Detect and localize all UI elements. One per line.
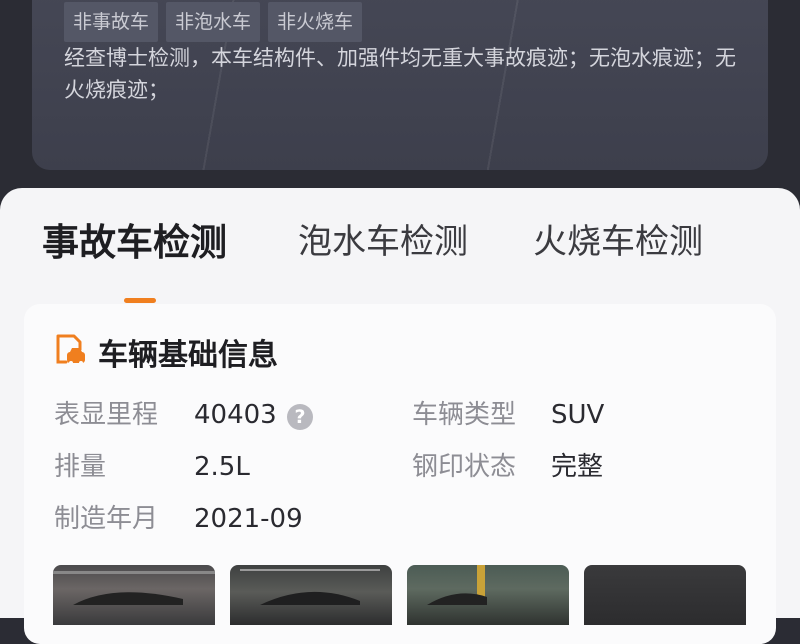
inspection-photo-thumbnail[interactable] xyxy=(584,565,746,625)
displacement-label: 排量 xyxy=(54,452,107,482)
stamp-status-label: 钢印状态 xyxy=(412,452,517,482)
card-title: 车辆基础信息 xyxy=(98,338,278,373)
inspection-summary-card: 非事故车 非泡水车 非火烧车 经查博士检测，本车结构件、加强件均无重大事故痕迹；… xyxy=(32,0,768,170)
tag-no-accident: 非事故车 xyxy=(64,2,159,42)
manufacture-date-label: 制造年月 xyxy=(54,504,159,534)
card-header: 车辆基础信息 xyxy=(52,330,278,374)
detail-sheet: 事故车检测 泡水车检测 火烧车检测 车辆基础信息 表显里程 40403 ? 车辆… xyxy=(0,188,800,644)
tab-flood-check[interactable]: 泡水车检测 xyxy=(298,214,468,263)
mileage-value: 40403 xyxy=(194,400,277,430)
vehicle-type-value: SUV xyxy=(551,400,605,430)
inspection-photo-thumbnail[interactable] xyxy=(407,565,569,625)
active-tab-indicator xyxy=(124,298,156,303)
help-icon[interactable]: ? xyxy=(287,404,313,430)
inspection-photo-thumbnail[interactable] xyxy=(53,565,215,625)
inspection-description: 经查博士检测，本车结构件、加强件均无重大事故痕迹；无泡水痕迹；无火烧痕迹； xyxy=(64,46,736,102)
manufacture-date-value: 2021-09 xyxy=(194,504,303,534)
tab-accident-check[interactable]: 事故车检测 xyxy=(42,212,227,266)
vehicle-document-icon xyxy=(52,332,88,372)
inspection-tabs: 事故车检测 泡水车检测 火烧车检测 xyxy=(42,212,762,303)
inspection-photo-thumbnail[interactable] xyxy=(230,565,392,625)
mileage-label: 表显里程 xyxy=(54,400,159,430)
result-tags: 非事故车 非泡水车 非火烧车 xyxy=(64,2,363,42)
tag-no-fire: 非火烧车 xyxy=(268,2,363,42)
displacement-value: 2.5L xyxy=(194,452,250,482)
tag-no-flood: 非泡水车 xyxy=(166,2,261,42)
tab-fire-check[interactable]: 火烧车检测 xyxy=(533,214,703,263)
stamp-status-value: 完整 xyxy=(551,452,604,482)
vehicle-type-label: 车辆类型 xyxy=(412,400,517,430)
